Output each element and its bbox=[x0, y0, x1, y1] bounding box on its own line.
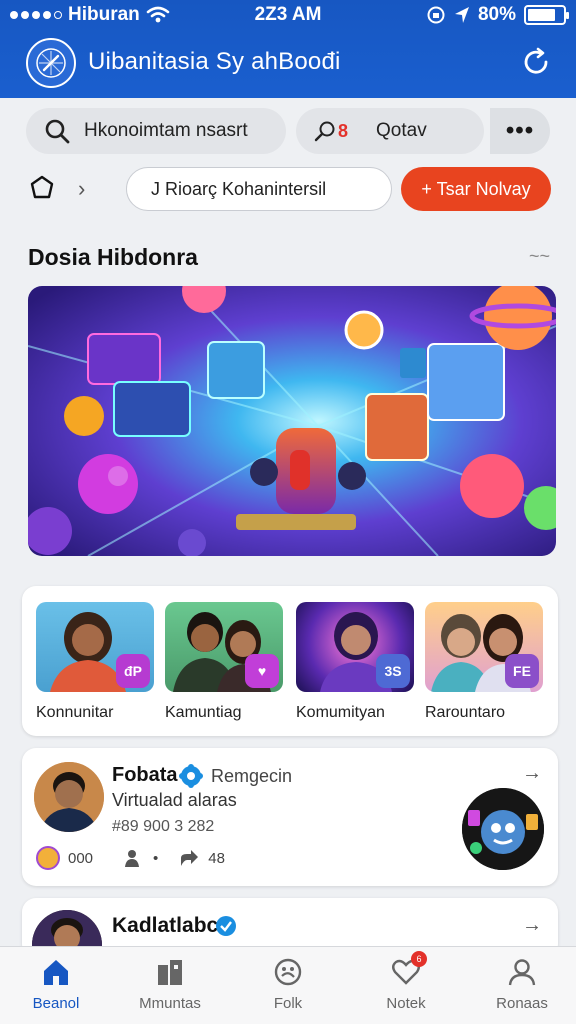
post-tag: Remgecin bbox=[211, 766, 293, 786]
search-bar[interactable] bbox=[26, 108, 286, 154]
section-title: Dosia Hibdonra bbox=[28, 244, 198, 270]
post-author-name[interactable]: Kadlatlabc bbox=[112, 914, 218, 938]
search-area: 8 Qotav ••• › J Rioarç Kohanintersil + T… bbox=[0, 98, 576, 228]
community-label: Kamuntiag bbox=[165, 704, 242, 721]
status-bar: Hiburan 2Z3 AM 80% bbox=[0, 0, 576, 32]
avatar[interactable] bbox=[34, 762, 104, 832]
arrow-right-icon[interactable]: → bbox=[522, 762, 542, 785]
tab-label: Beanol bbox=[32, 995, 80, 1012]
heart-icon: 6 bbox=[391, 951, 427, 987]
filter-label: Qotav bbox=[376, 120, 427, 141]
notification-badge: 6 bbox=[411, 951, 427, 967]
tab-label: Folk bbox=[273, 995, 303, 1012]
community-badge: 3S bbox=[376, 654, 410, 688]
filter-button[interactable]: 8 Qotav bbox=[296, 108, 484, 154]
post-subtitle: Virtualad alaras bbox=[112, 790, 237, 810]
community-badge: đP bbox=[116, 654, 150, 688]
community-thumbnail: đP bbox=[36, 602, 154, 692]
battery-percent: 80% bbox=[477, 4, 516, 25]
community-thumbnail: ♥ bbox=[165, 602, 283, 692]
stat-coins: 000 bbox=[68, 849, 94, 867]
post-author-name[interactable]: Fobata bbox=[112, 764, 178, 787]
communities-carousel: đP Konnunitar ♥ Kamuntiag 3S Komumityan … bbox=[22, 586, 558, 736]
community-search-field[interactable]: J Rioarç Kohanintersil bbox=[126, 167, 392, 211]
verified-icon bbox=[179, 764, 203, 788]
community-thumbnail: 3S bbox=[296, 602, 414, 692]
bottom-tab-bar: Beanol Mmuntas Folk 6 Notek Ronaas bbox=[0, 946, 576, 1024]
tab-profile[interactable]: Ronaas bbox=[472, 957, 572, 1012]
create-button-label: + Tsar Nolvay bbox=[421, 178, 531, 199]
post-chat-bubble-image[interactable] bbox=[462, 788, 544, 870]
share-icon[interactable] bbox=[178, 847, 200, 869]
stat-shares: 48 bbox=[208, 849, 225, 867]
more-label: ••• bbox=[505, 117, 535, 144]
community-badge: FE bbox=[505, 654, 539, 688]
profile-icon bbox=[507, 957, 537, 987]
hexagon-icon[interactable] bbox=[28, 174, 56, 202]
tab-label: Mmuntas bbox=[139, 995, 201, 1012]
community-item[interactable]: 3S Komumityan bbox=[296, 602, 414, 722]
post-card[interactable]: Fobata Remgecin Virtualad alaras #89 900… bbox=[22, 748, 558, 886]
tab-home[interactable]: Beanol bbox=[6, 957, 106, 1012]
filter-badge: 8 bbox=[338, 120, 349, 141]
community-label: Komumityan bbox=[296, 704, 385, 721]
arrow-right-icon[interactable]: → bbox=[522, 914, 542, 937]
post-meta: #89 900 3 282 bbox=[112, 818, 215, 835]
app-bar: Uibanitasia Sy ahBoođi bbox=[0, 36, 576, 92]
tab-folk[interactable]: Folk bbox=[238, 957, 338, 1012]
verified-icon bbox=[216, 916, 236, 936]
post-stats: 000 • 48 bbox=[36, 846, 225, 870]
community-badge: ♥ bbox=[245, 654, 279, 688]
refresh-icon[interactable] bbox=[520, 46, 552, 78]
more-options-button[interactable]: ••• bbox=[490, 108, 550, 154]
community-item[interactable]: đP Konnunitar bbox=[36, 602, 154, 722]
community-icon bbox=[155, 957, 185, 987]
people-icon bbox=[125, 850, 140, 867]
stat-people: • bbox=[153, 849, 159, 867]
search-filter-icon: 8 bbox=[314, 120, 348, 142]
home-icon bbox=[41, 957, 71, 987]
community-label: Konnunitar bbox=[36, 704, 114, 721]
community-search-placeholder: J Rioarç Kohanintersil bbox=[151, 178, 327, 199]
community-label: Rarountaro bbox=[425, 704, 506, 721]
chevron-right-icon[interactable]: › bbox=[78, 176, 85, 202]
community-thumbnail: FE bbox=[425, 602, 543, 692]
search-icon bbox=[45, 119, 70, 144]
search-input[interactable] bbox=[84, 120, 274, 142]
community-item[interactable]: FE Rarountaro bbox=[425, 602, 543, 722]
tab-notifications[interactable]: 6 Notek bbox=[356, 951, 456, 1012]
battery-icon bbox=[524, 5, 569, 25]
compass-icon[interactable] bbox=[26, 38, 76, 88]
coin-icon bbox=[36, 846, 60, 870]
create-button[interactable]: + Tsar Nolvay bbox=[401, 167, 551, 211]
featured-banner-image[interactable] bbox=[28, 286, 556, 556]
community-item[interactable]: ♥ Kamuntiag bbox=[165, 602, 283, 722]
section-more-link[interactable]: ~~ bbox=[529, 246, 550, 267]
tab-label: Notek bbox=[386, 995, 426, 1012]
tab-communities[interactable]: Mmuntas bbox=[120, 957, 220, 1012]
emoji-icon bbox=[273, 957, 303, 987]
location-icon bbox=[454, 7, 469, 23]
app-header: Hiburan 2Z3 AM 80% Uibanitasia Sy ahBoođ… bbox=[0, 0, 576, 98]
app-title: Uibanitasia Sy ahBoođi bbox=[88, 48, 341, 75]
tab-label: Ronaas bbox=[496, 995, 548, 1012]
status-right: 80% bbox=[426, 4, 569, 26]
lock-rotation-icon bbox=[427, 6, 445, 24]
